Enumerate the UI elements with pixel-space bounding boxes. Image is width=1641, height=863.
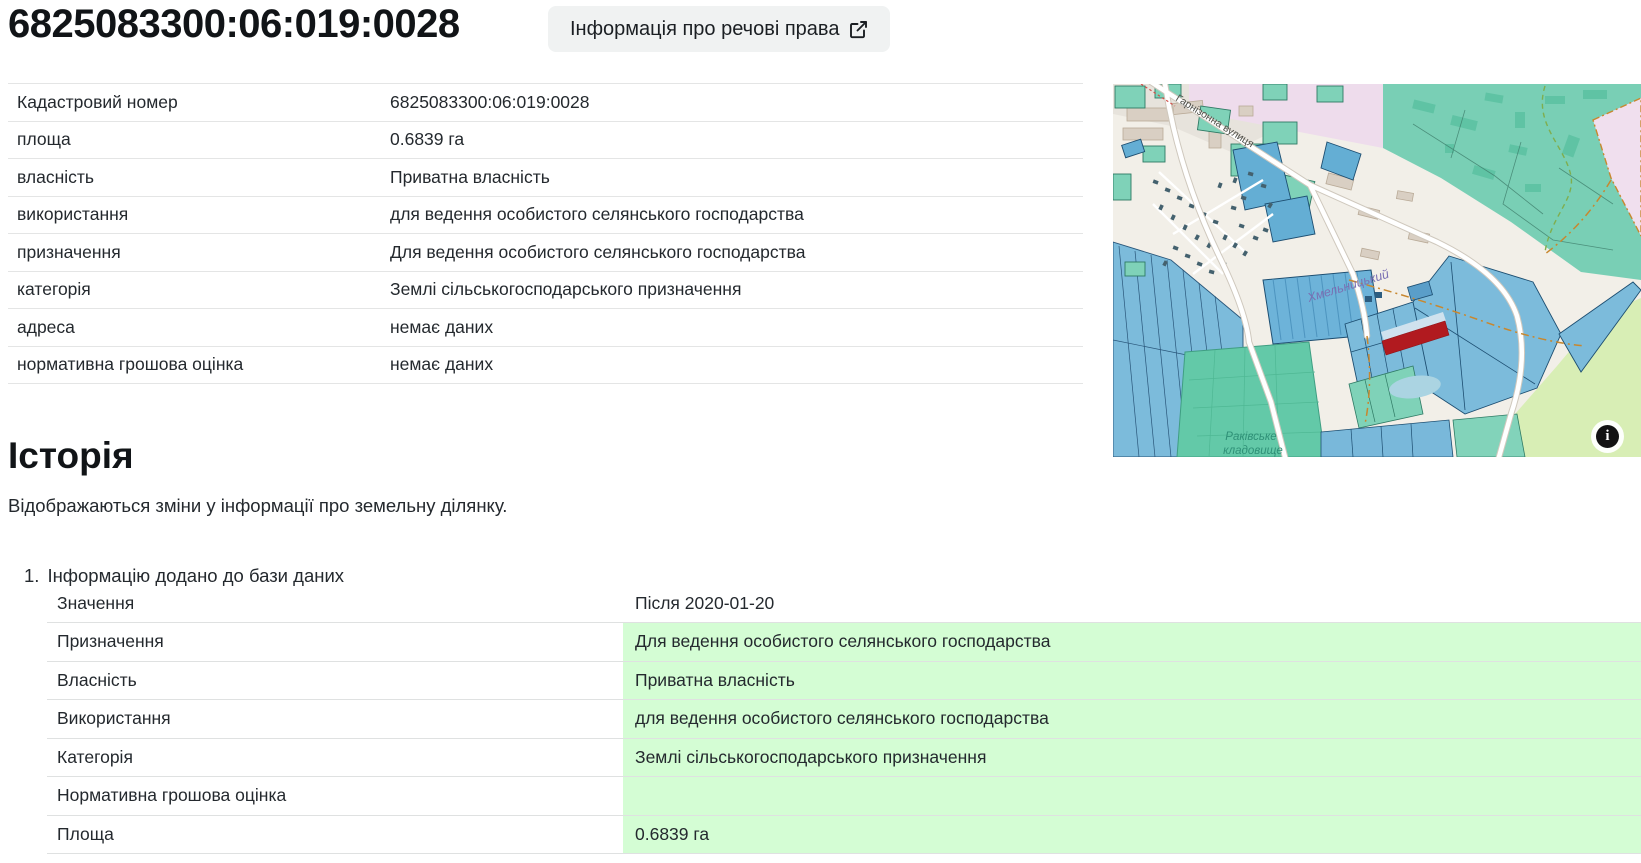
property-rights-button[interactable]: Інформація про речові права — [548, 6, 890, 52]
row-value: немає даних — [390, 354, 1083, 375]
history-entry-marker: 1. — [24, 565, 39, 587]
map-info-button[interactable]: i — [1596, 425, 1619, 448]
history-row-value: для ведення особистого селянського госпо… — [623, 700, 1641, 738]
parcel-info-table: Кадастровий номер 6825083300:06:019:0028… — [8, 83, 1083, 384]
history-entry-text: Інформацію додано до бази даних — [47, 565, 344, 587]
table-row: власність Приватна власність — [8, 158, 1083, 196]
history-row-label: Нормативна грошова оцінка — [47, 777, 623, 815]
history-row: Призначення Для ведення особистого селян… — [47, 622, 1641, 661]
history-row-label: Призначення — [47, 623, 623, 661]
row-label: площа — [8, 129, 390, 150]
row-value: Для ведення особистого селянського госпо… — [390, 242, 1083, 263]
history-row: Використання для ведення особистого селя… — [47, 699, 1641, 738]
cemetery-label-line1: Раківське — [1225, 431, 1276, 443]
history-row-label: Використання — [47, 700, 623, 738]
history-row-value: Приватна власність — [623, 662, 1641, 700]
cadastral-map[interactable]: Гарнізонна вулиця Хмельницький Раківське… — [1113, 84, 1641, 457]
cadastral-parcel-page: { "header": { "title": "6825083300:06:01… — [0, 0, 1641, 863]
history-description: Відображаються зміни у інформації про зе… — [8, 495, 507, 517]
history-row-value: Для ведення особистого селянського госпо… — [623, 623, 1641, 661]
history-row-value — [623, 777, 1641, 815]
table-row: нормативна грошова оцінка немає даних — [8, 346, 1083, 385]
row-label: нормативна грошова оцінка — [8, 354, 390, 375]
row-label: використання — [8, 204, 390, 225]
row-value: Землі сільськогосподарського призначення — [390, 279, 1083, 300]
row-label: Кадастровий номер — [8, 92, 390, 113]
row-label: категорія — [8, 279, 390, 300]
row-label: призначення — [8, 242, 390, 263]
history-row-value: 0.6839 га — [623, 816, 1641, 854]
table-row: адреса немає даних — [8, 308, 1083, 346]
table-row: площа 0.6839 га — [8, 121, 1083, 159]
property-rights-button-label: Інформація про речові права — [570, 18, 839, 41]
row-value: для ведення особистого селянського госпо… — [390, 204, 1083, 225]
row-value: немає даних — [390, 317, 1083, 338]
row-value: Приватна власність — [390, 167, 1083, 188]
row-value: 0.6839 га — [390, 129, 1083, 150]
history-row: Нормативна грошова оцінка — [47, 776, 1641, 815]
history-row: Власність Приватна власність — [47, 661, 1641, 700]
history-row: Площа 0.6839 га — [47, 815, 1641, 855]
history-row-label: Площа — [47, 816, 623, 854]
table-row: Кадастровий номер 6825083300:06:019:0028 — [8, 83, 1083, 121]
cemetery-label-line2: кладовище — [1223, 445, 1283, 457]
row-label: власність — [8, 167, 390, 188]
history-row-label: Власність — [47, 662, 623, 700]
table-row: категорія Землі сільськогосподарського п… — [8, 271, 1083, 309]
cadastral-number-title: 6825083300:06:019:0028 — [8, 1, 460, 47]
history-row-value: Землі сільськогосподарського призначення — [623, 739, 1641, 777]
history-header-value: Після 2020-01-20 — [623, 585, 1641, 622]
history-row: Категорія Землі сільськогосподарського п… — [47, 738, 1641, 777]
table-row: використання для ведення особистого селя… — [8, 196, 1083, 234]
history-heading: Історія — [8, 434, 134, 478]
history-header-row: Значення Після 2020-01-20 — [47, 585, 1641, 622]
history-table: Значення Після 2020-01-20 Призначення Дл… — [47, 585, 1641, 854]
history-header-label: Значення — [47, 585, 623, 622]
row-value: 6825083300:06:019:0028 — [390, 92, 1083, 113]
table-row: призначення Для ведення особистого селян… — [8, 233, 1083, 271]
history-row-label: Категорія — [47, 739, 623, 777]
row-label: адреса — [8, 317, 390, 338]
external-link-icon — [849, 20, 868, 39]
history-entry-title: 1. Інформацію додано до бази даних — [24, 565, 344, 587]
map-canvas: Гарнізонна вулиця Хмельницький Раківське… — [1113, 84, 1641, 457]
